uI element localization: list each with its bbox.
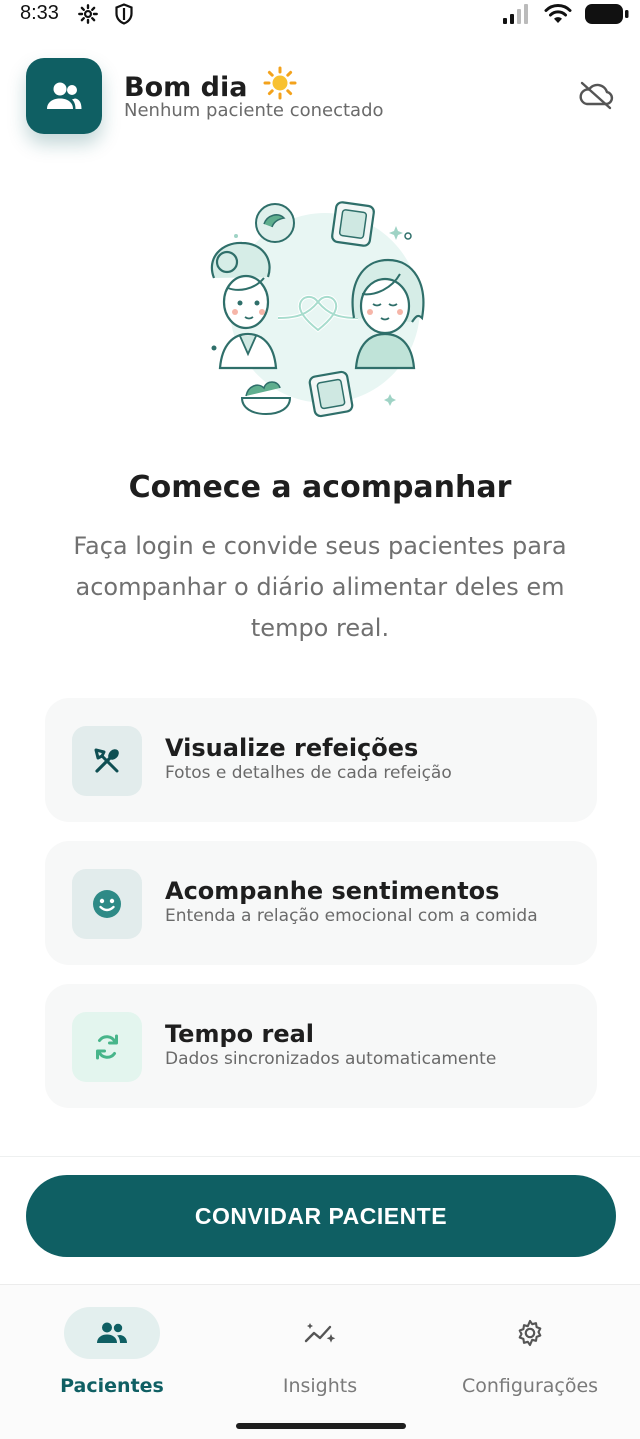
- nav-label: Pacientes: [60, 1375, 164, 1397]
- header: Bom dia Nenhum paciente conectado: [26, 58, 614, 138]
- feature-icon-container: [72, 869, 142, 939]
- nav-item-settings[interactable]: Configurações: [440, 1307, 620, 1397]
- avatar[interactable]: [26, 58, 102, 134]
- bottom-nav: Pacientes Insights Configurações: [0, 1284, 640, 1439]
- status-bar: 8:33: [0, 0, 640, 30]
- wifi-icon: [544, 4, 572, 23]
- feature-card-meals: Visualize refeições Fotos e detalhes de …: [45, 698, 597, 822]
- feature-subtitle: Dados sincronizados automaticamente: [165, 1049, 497, 1069]
- smile-icon: [93, 890, 121, 918]
- shield-status-icon: [115, 3, 133, 25]
- nav-item-insights[interactable]: Insights: [230, 1307, 410, 1397]
- signal-icon: [503, 4, 528, 24]
- greeting-text: Bom dia: [124, 72, 248, 103]
- feature-title: Visualize refeições: [165, 734, 419, 762]
- header-subtitle: Nenhum paciente conectado: [124, 100, 384, 121]
- home-indicator: [236, 1423, 406, 1429]
- fork-knife-icon: [94, 748, 119, 773]
- nav-label: Insights: [282, 1375, 358, 1397]
- feature-subtitle: Entenda a relação emocional com a comida: [165, 906, 538, 926]
- nav-pill: [482, 1307, 578, 1359]
- nav-label: Configurações: [461, 1375, 599, 1397]
- gear-icon: [518, 1319, 542, 1347]
- empty-state-title: Comece a acompanhar: [128, 470, 512, 505]
- people-icon: [47, 82, 82, 109]
- sync-icon: [96, 1034, 118, 1060]
- settings-status-icon: [78, 4, 98, 24]
- greeting: Bom dia: [124, 66, 297, 103]
- battery-icon: [585, 4, 629, 24]
- status-time: 8:33: [20, 2, 59, 24]
- feature-icon-container: [72, 726, 142, 796]
- sun-icon: [263, 66, 297, 100]
- feature-title: Tempo real: [165, 1020, 315, 1048]
- nav-active-pill: [64, 1307, 160, 1359]
- feature-card-feelings: Acompanhe sentimentos Entenda a relação …: [45, 841, 597, 965]
- sparkle-chart-icon: [304, 1323, 336, 1343]
- empty-state-description: Faça login e convide seus pacientes para…: [73, 532, 567, 642]
- feature-title: Acompanhe sentimentos: [165, 877, 500, 905]
- status-right-group: [502, 2, 630, 26]
- doctor-patient-illustration: [210, 201, 425, 418]
- cloud-off-icon[interactable]: [578, 80, 614, 110]
- feature-card-realtime: Tempo real Dados sincronizados automatic…: [45, 984, 597, 1108]
- feature-icon-container: [72, 1012, 142, 1082]
- feature-subtitle: Fotos e detalhes de cada refeição: [165, 763, 452, 783]
- nav-pill: [272, 1307, 368, 1359]
- nav-item-patients[interactable]: Pacientes: [22, 1307, 202, 1397]
- invite-patient-button[interactable]: CONVIDAR PACIENTE: [26, 1175, 616, 1257]
- people-icon: [97, 1322, 127, 1343]
